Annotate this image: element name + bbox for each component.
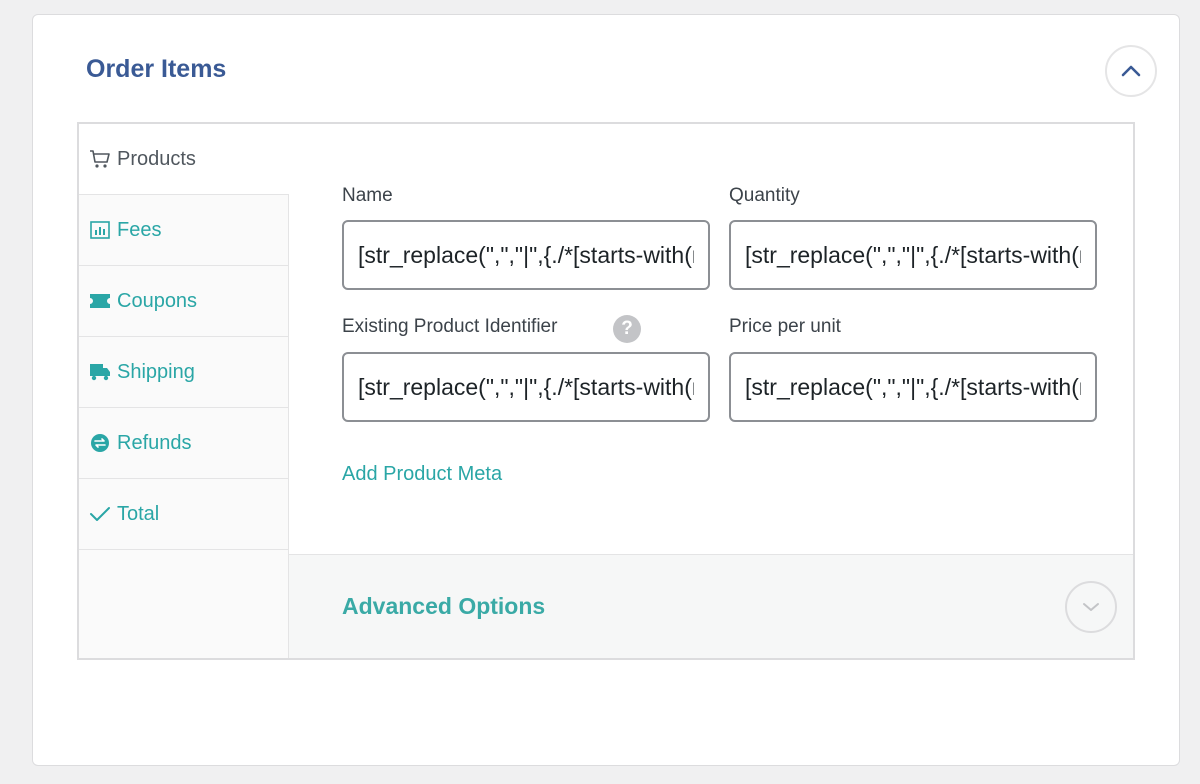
add-product-meta-link[interactable]: Add Product Meta (342, 463, 502, 486)
order-items-box: Products Fees Coupons Shipping Refunds T… (77, 122, 1135, 660)
tab-fees[interactable]: Fees (79, 195, 288, 266)
expand-button[interactable] (1065, 581, 1117, 633)
checkmark-icon (89, 503, 111, 525)
price-input[interactable] (729, 352, 1097, 422)
tab-label: Total (117, 502, 160, 525)
tab-list: Products Fees Coupons Shipping Refunds T… (79, 124, 289, 658)
tab-label: Shipping (117, 360, 195, 383)
order-items-panel: Order Items Products Fees Coupons Shippi… (32, 14, 1180, 766)
tab-total[interactable]: Total (79, 479, 288, 550)
tab-shipping[interactable]: Shipping (79, 337, 288, 408)
tab-label: Refunds (117, 431, 192, 454)
truck-icon (89, 361, 111, 383)
refund-icon (89, 432, 111, 454)
quantity-input[interactable] (729, 220, 1097, 290)
advanced-options-title[interactable]: Advanced Options (342, 593, 545, 620)
chevron-up-icon (1121, 65, 1141, 77)
product-identifier-input[interactable] (342, 352, 710, 422)
chart-icon (89, 219, 111, 241)
tab-label: Products (117, 147, 196, 170)
cart-icon (89, 148, 111, 170)
tab-coupons[interactable]: Coupons (79, 266, 288, 337)
tab-products[interactable]: Products (79, 124, 289, 195)
collapse-button[interactable] (1105, 45, 1157, 97)
tab-label: Coupons (117, 289, 198, 312)
name-label: Name (342, 185, 393, 206)
name-input[interactable] (342, 220, 710, 290)
help-icon[interactable]: ? (613, 315, 641, 343)
chevron-down-icon (1083, 603, 1099, 611)
advanced-options-section[interactable]: Advanced Options (289, 554, 1133, 658)
tab-refunds[interactable]: Refunds (79, 408, 288, 479)
product-identifier-label: Existing Product Identifier (342, 316, 558, 337)
quantity-label: Quantity (729, 185, 800, 206)
tab-label: Fees (117, 218, 162, 241)
products-panel: Name Quantity Existing Product Identifie… (289, 124, 1133, 554)
ticket-icon (89, 290, 111, 312)
panel-title: Order Items (86, 55, 227, 83)
price-label: Price per unit (729, 316, 841, 337)
